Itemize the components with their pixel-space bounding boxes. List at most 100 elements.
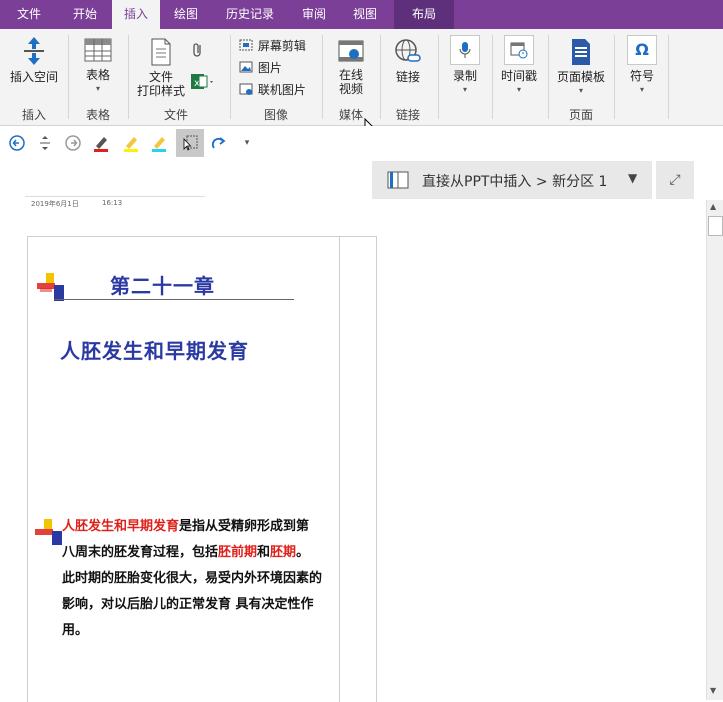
group-label-tables: 表格 [85, 108, 110, 122]
tab-file[interactable]: 文件 [0, 0, 58, 29]
slide-decoration-icon [37, 273, 64, 301]
document-icon [151, 38, 171, 66]
notebook-section-selector[interactable]: 直接从PPT中插入 > 新分区 1 ▼ [372, 161, 652, 199]
file-printout-label-2: 打印样式 [136, 84, 185, 98]
microphone-icon [450, 35, 480, 65]
timestamp-label: 时间戳 [500, 69, 537, 83]
screen-clipping-label: 屏幕剪辑 [257, 39, 306, 53]
vertical-scrollbar[interactable]: ▲ ▼ [706, 200, 723, 700]
tab-insert[interactable]: 插入 [112, 0, 160, 29]
divider [322, 35, 323, 119]
forward-button[interactable] [60, 131, 86, 155]
pictures-button[interactable]: 图片 [238, 59, 282, 77]
online-picture-icon [239, 83, 253, 95]
group-label-links: 链接 [395, 108, 420, 122]
online-video-button[interactable]: 在线 视频 [328, 37, 374, 96]
lasso-select-icon [183, 135, 198, 151]
divider [668, 35, 669, 119]
cyan-highlighter-button[interactable] [146, 131, 172, 155]
link-label: 链接 [395, 70, 420, 84]
scroll-down-icon[interactable]: ▼ [710, 686, 716, 695]
fullpage-toggle-button[interactable]: ⤢ [656, 161, 694, 199]
timestamp-button[interactable]: 时间戳 ▾ [494, 35, 544, 97]
record-label: 录制 [452, 69, 477, 83]
chevron-down-icon: ▾ [95, 84, 100, 93]
slide-chapter: 第二十一章 [110, 274, 215, 298]
pictures-label: 图片 [257, 61, 282, 75]
dock-button[interactable] [32, 131, 58, 155]
online-video-label-1: 在线 [338, 68, 363, 82]
divider [614, 35, 615, 119]
tab-history[interactable]: 历史记录 [212, 0, 288, 29]
page-templates-button[interactable]: 页面模板 ▾ [550, 37, 612, 98]
picture-icon [239, 61, 253, 73]
omega-icon: Ω [627, 35, 657, 65]
page-templates-label: 页面模板 [556, 70, 605, 84]
divider [128, 35, 129, 119]
divider [380, 35, 381, 119]
slide-body-text: 人胚发生和早期发育是指从受精卵形成到第八周末的胚发育过程，包括胚前期和胚期。此时… [62, 514, 322, 644]
paperclip-icon [193, 43, 201, 57]
tab-draw[interactable]: 绘图 [160, 0, 212, 29]
page-time: 16:13 [102, 199, 123, 207]
calendar-clock-icon [504, 35, 534, 65]
scroll-up-icon[interactable]: ▲ [710, 202, 716, 211]
group-label-pages: 页面 [568, 108, 593, 122]
table-label: 表格 [85, 68, 110, 82]
scrollbar-thumb[interactable] [708, 216, 723, 236]
title-underline [25, 196, 205, 197]
notebook-icon [387, 171, 409, 189]
page-template-icon [572, 39, 590, 65]
notebook-breadcrumb: 直接从PPT中插入 > 新分区 1 [422, 174, 608, 190]
symbol-label: 符号 [629, 69, 654, 83]
online-video-label-2: 视频 [338, 82, 363, 96]
body-text-part: 和 [257, 545, 271, 560]
chevron-down-icon: ▾ [516, 85, 521, 94]
divider [230, 35, 231, 119]
table-button[interactable]: 表格 ▾ [72, 35, 124, 96]
expand-icon: ⤢ [669, 172, 681, 188]
customize-dropdown-icon: ▾ [244, 138, 250, 148]
attach-file-button[interactable] [190, 41, 206, 63]
group-label-images: 图像 [263, 108, 288, 122]
chevron-down-icon: ▾ [578, 86, 583, 95]
tab-review[interactable]: 审阅 [288, 0, 340, 29]
forward-arrow-icon [65, 135, 81, 151]
insert-space-button[interactable]: 插入空间 [4, 35, 64, 84]
red-pen-button[interactable] [88, 131, 114, 155]
spreadsheet-button[interactable]: x [190, 73, 216, 95]
slide-title-rule [54, 299, 294, 300]
tab-view[interactable]: 视图 [340, 0, 390, 29]
group-label-insert: 插入 [21, 108, 46, 122]
back-arrow-icon [9, 135, 25, 151]
online-pictures-button[interactable]: 联机图片 [238, 81, 306, 99]
redo-icon [211, 137, 226, 149]
cyan-highlighter-icon [152, 137, 166, 152]
customize-toolbar-button[interactable]: ▾ [234, 131, 260, 155]
lasso-select-button[interactable] [176, 129, 204, 157]
symbol-button[interactable]: Ω 符号 ▾ [618, 35, 666, 97]
link-button[interactable]: 链接 [384, 37, 432, 84]
file-printout-button[interactable]: 文件 打印样式 [133, 37, 189, 98]
chevron-down-icon: ▼ [628, 171, 638, 185]
screen-clipping-icon [239, 39, 253, 51]
tab-home[interactable]: 开始 [58, 0, 112, 29]
back-button[interactable] [4, 131, 30, 155]
slide-heading: 人胚发生和早期发育 [60, 339, 249, 363]
record-button[interactable]: 录制 ▾ [442, 35, 488, 97]
chevron-down-icon: ▾ [639, 85, 644, 94]
page-date: 2019年6月1日 [31, 200, 79, 208]
quick-access-toolbar: ▾ [0, 126, 723, 160]
tab-layout[interactable]: 布局 [394, 0, 454, 29]
slide-image[interactable]: 第二十一章 人胚发生和早期发育 人胚发生和早期发育是指从受精卵形成到第八周末的胚… [27, 236, 377, 702]
divider [492, 35, 493, 119]
divider [438, 35, 439, 119]
redo-button[interactable] [206, 131, 232, 155]
red-pen-icon [94, 137, 108, 152]
yellow-highlighter-button[interactable] [118, 131, 144, 155]
online-pictures-label: 联机图片 [257, 83, 306, 97]
link-icon [395, 39, 421, 62]
chevron-down-icon: ▾ [462, 85, 467, 94]
screen-clipping-button[interactable]: 屏幕剪辑 [238, 37, 306, 55]
video-icon [338, 40, 364, 62]
